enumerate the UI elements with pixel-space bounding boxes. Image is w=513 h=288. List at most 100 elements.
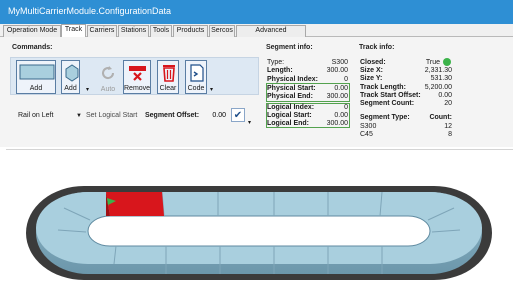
code-button[interactable]: Code bbox=[185, 60, 207, 94]
segment-type-row: Type: S300 bbox=[267, 59, 348, 67]
selected-segment[interactable] bbox=[106, 192, 164, 216]
physical-index-value: 0 bbox=[344, 76, 348, 83]
closed-label: Closed: bbox=[360, 59, 386, 66]
physical-end-row: Physical End: 300.00 bbox=[267, 93, 348, 101]
physical-start-value: 0.00 bbox=[334, 85, 348, 92]
track-inner-area bbox=[87, 215, 431, 247]
track-length-value: 5,200.00 bbox=[424, 84, 452, 91]
segment-info-header: Segment info: bbox=[266, 44, 313, 51]
rail-side-select[interactable]: Rail on Left ▼ bbox=[18, 110, 82, 122]
window-title: MyMultiCarrierModule.ConfigurationData bbox=[8, 6, 172, 16]
size-y-value: 531.30 bbox=[430, 75, 452, 82]
remove-segment-icon bbox=[129, 66, 146, 81]
tab-label: Carriers bbox=[89, 27, 115, 34]
size-x-row: Size X: 2,331.30 bbox=[360, 67, 452, 75]
tab-carriers[interactable]: Carriers bbox=[87, 25, 117, 37]
tab-label: Operation Mode bbox=[6, 27, 58, 34]
code-dropdown-arrow[interactable]: ▾ bbox=[210, 86, 213, 93]
tab-operation-mode[interactable]: Operation Mode bbox=[3, 25, 61, 37]
auto-button[interactable]: Auto bbox=[95, 60, 121, 94]
remove-button[interactable]: Remove bbox=[123, 60, 151, 94]
track-start-offset-row: Track Start Offset: 0.00 bbox=[360, 92, 452, 100]
size-x-label: Size X: bbox=[360, 67, 383, 74]
segment-type-header: Segment Type: bbox=[360, 114, 410, 121]
logical-index-label: Logical Index: bbox=[267, 104, 315, 111]
code-edit-icon bbox=[190, 64, 204, 82]
logical-start-value: 0.00 bbox=[334, 112, 348, 119]
auto-label: Auto bbox=[100, 86, 116, 93]
tab-sercos[interactable]: Sercos bbox=[209, 25, 235, 37]
segment-offset-input[interactable] bbox=[198, 109, 230, 122]
tab-tools[interactable]: Tools bbox=[150, 25, 172, 37]
size-x-value: 2,331.30 bbox=[424, 67, 452, 74]
physical-end-label: Physical End: bbox=[267, 93, 313, 100]
logical-index-row: Logical Index: 0 bbox=[267, 104, 348, 112]
logical-end-label: Logical End: bbox=[267, 120, 309, 127]
curve-segment-icon bbox=[65, 64, 79, 82]
segment-type-count: 8 bbox=[448, 131, 452, 138]
code-label: Code bbox=[187, 85, 205, 92]
physical-start-row: Physical Start: 0.00 bbox=[267, 85, 348, 93]
count-header: Count: bbox=[429, 114, 452, 121]
tab-label: Tools bbox=[152, 27, 170, 34]
tab-advanced-parameters[interactable]: Advanced Parameters bbox=[236, 25, 306, 44]
logical-end-value: 300.00 bbox=[326, 120, 348, 127]
checkmark-icon: ✔ bbox=[233, 110, 243, 121]
closed-value: True bbox=[425, 59, 440, 66]
track-start-offset-label: Track Start Offset: bbox=[360, 92, 421, 99]
tab-label: Sercos bbox=[211, 27, 233, 34]
segment-type-header-row: Segment Type: Count: bbox=[360, 114, 452, 122]
tab-products[interactable]: Products bbox=[173, 25, 208, 37]
segment-length-row: Length: 300.00 bbox=[267, 67, 348, 75]
segment-type-label: Type: bbox=[267, 59, 285, 66]
rail-side-value: Rail on Left bbox=[18, 112, 54, 119]
closed-status-indicator bbox=[443, 58, 451, 66]
chevron-down-icon: ▼ bbox=[76, 113, 82, 119]
trash-icon bbox=[163, 65, 175, 82]
tab-stations[interactable]: Stations bbox=[118, 25, 149, 37]
add-segment-button[interactable]: Add bbox=[16, 60, 56, 94]
segment-count-value: 20 bbox=[444, 100, 452, 107]
logical-start-row: Logical Start: 0.00 bbox=[267, 112, 348, 120]
track-start-offset-value: 0.00 bbox=[438, 92, 452, 99]
segment-length-label: Length: bbox=[267, 67, 293, 74]
segment-type-name: S300 bbox=[360, 123, 377, 130]
commands-header: Commands: bbox=[12, 44, 53, 51]
track-length-label: Track Length: bbox=[360, 84, 406, 91]
tab-label: Products bbox=[176, 27, 205, 34]
segment-count-label: Segment Count: bbox=[360, 100, 415, 107]
segment-type-list-item: C45 8 bbox=[360, 131, 452, 139]
add-curve-dropdown-arrow[interactable]: ▾ bbox=[86, 86, 89, 93]
segment-offset-label: Segment Offset: bbox=[145, 112, 200, 119]
track-info-header: Track info: bbox=[359, 44, 395, 51]
logical-index-value: 0 bbox=[344, 104, 348, 111]
track-3d-view bbox=[26, 186, 492, 280]
track-length-row: Track Length: 5,200.00 bbox=[360, 84, 452, 92]
logical-start-label: Logical Start: bbox=[267, 112, 312, 119]
more-commands-arrow[interactable]: ▾ bbox=[248, 119, 251, 126]
physical-end-value: 300.00 bbox=[326, 93, 348, 100]
size-y-row: Size Y: 531.30 bbox=[360, 75, 452, 83]
tab-label: Track bbox=[64, 26, 83, 33]
add-curve-label: Add bbox=[64, 85, 77, 92]
add-curve-button[interactable]: Add bbox=[61, 60, 80, 94]
closed-row: Closed: True bbox=[360, 59, 440, 67]
logical-end-row: Logical End: 300.00 bbox=[267, 120, 348, 128]
segment-icon bbox=[19, 64, 55, 80]
tab-track[interactable]: Track bbox=[61, 24, 86, 38]
size-y-label: Size Y: bbox=[360, 75, 383, 82]
physical-index-label: Physical Index: bbox=[267, 76, 318, 83]
remove-label: Remove bbox=[124, 85, 151, 92]
add-segment-label: Add bbox=[29, 85, 43, 92]
clear-button[interactable]: Clear bbox=[157, 60, 179, 94]
apply-offset-button[interactable]: ✔ bbox=[231, 108, 245, 122]
segment-type-list-item: S300 12 bbox=[360, 123, 452, 131]
segment-length-value: 300.00 bbox=[326, 67, 348, 74]
set-logical-start-button[interactable]: Set Logical Start bbox=[86, 110, 137, 122]
segment-type-value: S300 bbox=[331, 59, 348, 66]
tab-label: Stations bbox=[120, 27, 147, 34]
segment-type-count: 12 bbox=[444, 123, 452, 130]
refresh-icon bbox=[102, 66, 115, 80]
track-3d-viewport[interactable] bbox=[6, 149, 513, 288]
window-title-bar: MyMultiCarrierModule.ConfigurationData bbox=[0, 0, 513, 24]
